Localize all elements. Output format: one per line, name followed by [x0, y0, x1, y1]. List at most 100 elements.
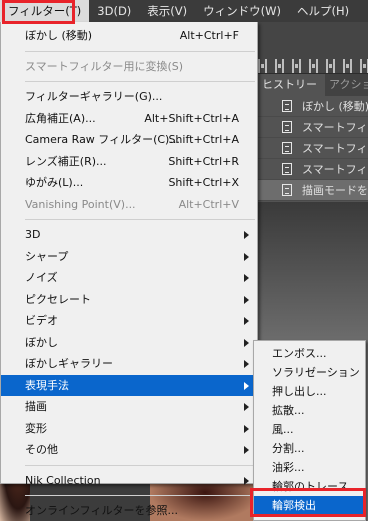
menu-item-other[interactable]: その他: [1, 439, 257, 461]
submenu-arrow-icon: [244, 360, 249, 368]
menu-item-distort[interactable]: 変形: [1, 418, 257, 440]
menu-item-label: 変形: [25, 421, 47, 435]
menu-item-label: シャープ: [25, 249, 69, 263]
submenu-item-tiles[interactable]: 分割...: [254, 439, 365, 458]
submenu-item-emboss[interactable]: エンボス...: [254, 344, 365, 363]
submenu-arrow-icon: [244, 476, 249, 485]
menu-item-label: その他: [25, 443, 58, 456]
submenu-item-wind[interactable]: 風...: [254, 420, 365, 439]
align-icon[interactable]: [258, 59, 267, 73]
align-icon[interactable]: [326, 59, 335, 73]
menu-item-blur[interactable]: ぼかし: [1, 332, 257, 354]
menu-3d[interactable]: 3D(D): [89, 0, 139, 22]
align-icon[interactable]: [275, 59, 284, 73]
history-row-selected[interactable]: 描画モードを変更: [258, 180, 368, 201]
menu-item-noise[interactable]: ノイズ: [1, 267, 257, 289]
menu-item-blur-move[interactable]: ぼかし (移動) Alt+Ctrl+F: [1, 25, 257, 47]
menu-item-video[interactable]: ビデオ: [1, 310, 257, 332]
submenu-arrow-icon: [244, 446, 249, 454]
menu-item-convert-smart-filter: スマートフィルター用に変換(S): [1, 56, 257, 78]
menu-item-label: 広角補正(A)...: [25, 111, 96, 125]
submenu-item-find-edges[interactable]: 輪郭検出: [254, 496, 365, 515]
menu-item-shortcut: Alt+Ctrl+F: [179, 29, 239, 42]
menu-item-label: ぼかし (移動): [25, 29, 93, 42]
menu-item-sharpen[interactable]: シャープ: [1, 246, 257, 268]
menu-item-label: フィルターギャラリー(G)...: [25, 90, 163, 103]
submenu-item-oil-paint[interactable]: 油彩...: [254, 458, 365, 477]
history-row-label: 描画モードを変更: [302, 184, 368, 197]
menu-item-camera-raw[interactable]: Camera Raw フィルター(C)... Shift+Ctrl+A: [1, 129, 257, 151]
tab-history[interactable]: ヒストリー: [258, 74, 325, 96]
menu-item-shortcut: Shift+Ctrl+R: [168, 154, 239, 168]
submenu-arrow-icon: [244, 381, 249, 390]
menu-item-filter-gallery[interactable]: フィルターギャラリー(G)...: [1, 86, 257, 108]
history-row-label: スマートフィルター: [302, 163, 368, 176]
history-row-label: スマートフィルター: [302, 121, 368, 134]
align-icon[interactable]: [343, 59, 352, 73]
menu-item-shortcut: Shift+Ctrl+A: [168, 133, 239, 146]
menu-help[interactable]: ヘルプ(H): [289, 0, 357, 22]
menu-item-stylize[interactable]: 表現手法: [1, 374, 257, 396]
history-row[interactable]: スマートフィルター: [258, 138, 368, 159]
menu-item-blur-gallery[interactable]: ぼかしギャラリー: [1, 353, 257, 375]
align-icons-group: [258, 59, 368, 73]
history-row[interactable]: スマートフィルター: [258, 117, 368, 138]
submenu-arrow-icon: [244, 231, 249, 239]
menu-item-label: ピクセレート: [25, 292, 91, 306]
history-panel-tabs: ヒストリー アクション: [258, 74, 368, 96]
menu-item-label: ゆがみ(L)...: [25, 176, 84, 189]
menu-item-label: 描画: [25, 400, 47, 413]
submenu-arrow-icon: [244, 424, 249, 433]
menu-view[interactable]: 表示(V): [139, 0, 195, 22]
menu-item-label: ノイズ: [25, 271, 58, 284]
submenu-arrow-icon: [244, 274, 249, 282]
submenu-item-solarize[interactable]: ソラリゼーション: [254, 363, 365, 382]
menu-item-label: Camera Raw フィルター(C)...: [25, 133, 180, 146]
align-icon[interactable]: [360, 59, 368, 73]
menu-item-3d[interactable]: 3D: [1, 224, 257, 246]
menu-window[interactable]: ウィンドウ(W): [195, 0, 289, 22]
filter-dropdown-menu: ぼかし (移動) Alt+Ctrl+F スマートフィルター用に変換(S) フィルタ…: [0, 22, 258, 517]
menu-filter[interactable]: フィルター(T): [0, 0, 90, 22]
menu-item-nik-collection[interactable]: Nik Collection: [1, 470, 257, 492]
history-state-icon: [282, 163, 292, 175]
menu-item-label: ぼかし: [25, 335, 58, 349]
menu-item-label: スマートフィルター用に変換(S): [25, 59, 184, 73]
align-icon[interactable]: [292, 59, 301, 73]
submenu-arrow-icon: [244, 403, 249, 411]
menu-item-browse-online[interactable]: オンラインフィルターを参照...: [1, 500, 257, 521]
menu-item-label: Nik Collection: [25, 473, 101, 487]
menu-item-liquify[interactable]: ゆがみ(L)... Shift+Ctrl+X: [1, 172, 257, 194]
menu-item-vanishing-point: Vanishing Point(V)... Alt+Ctrl+V: [1, 194, 257, 216]
menu-separator: [25, 50, 255, 52]
history-row-label: ぼかし (移動): [302, 100, 368, 113]
menu-item-wide-angle[interactable]: 広角補正(A)... Alt+Shift+Ctrl+A: [1, 108, 257, 130]
history-panel: ヒストリー アクション ぼかし (移動) スマートフィルター スマートフィルター…: [258, 74, 368, 202]
history-row[interactable]: ぼかし (移動): [258, 96, 368, 117]
menu-item-label: 表現手法: [25, 378, 69, 392]
submenu-item-extrude[interactable]: 押し出し...: [254, 382, 365, 401]
menu-item-lens-correction[interactable]: レンズ補正(R)... Shift+Ctrl+R: [1, 151, 257, 173]
submenu-arrow-icon: [244, 338, 249, 347]
menu-item-render[interactable]: 描画: [1, 396, 257, 418]
submenu-item-diffuse[interactable]: 拡散...: [254, 401, 365, 420]
menu-bar: フィルター(T) 3D(D) 表示(V) ウィンドウ(W) ヘルプ(H): [0, 0, 368, 22]
menu-separator: [25, 495, 255, 496]
menu-item-shortcut: Alt+Ctrl+V: [178, 197, 239, 211]
history-state-icon: [282, 100, 292, 112]
submenu-item-trace-contour[interactable]: 輪郭のトレース...: [254, 477, 365, 496]
menu-item-pixelate[interactable]: ピクセレート: [1, 289, 257, 311]
menu-item-label: レンズ補正(R)...: [25, 154, 107, 168]
menu-item-label: ビデオ: [25, 314, 58, 327]
menu-item-shortcut: Alt+Shift+Ctrl+A: [144, 111, 239, 125]
menu-item-label: ぼかしギャラリー: [25, 357, 113, 370]
tab-actions[interactable]: アクション: [325, 74, 368, 96]
history-state-icon: [282, 184, 292, 196]
history-state-icon: [282, 121, 292, 133]
history-row[interactable]: スマートフィルター: [258, 159, 368, 180]
menu-separator: [25, 219, 255, 220]
menu-separator: [25, 81, 255, 82]
history-state-icon: [282, 142, 292, 154]
history-row-label: スマートフィルター: [302, 142, 368, 155]
align-icon[interactable]: [309, 59, 318, 73]
